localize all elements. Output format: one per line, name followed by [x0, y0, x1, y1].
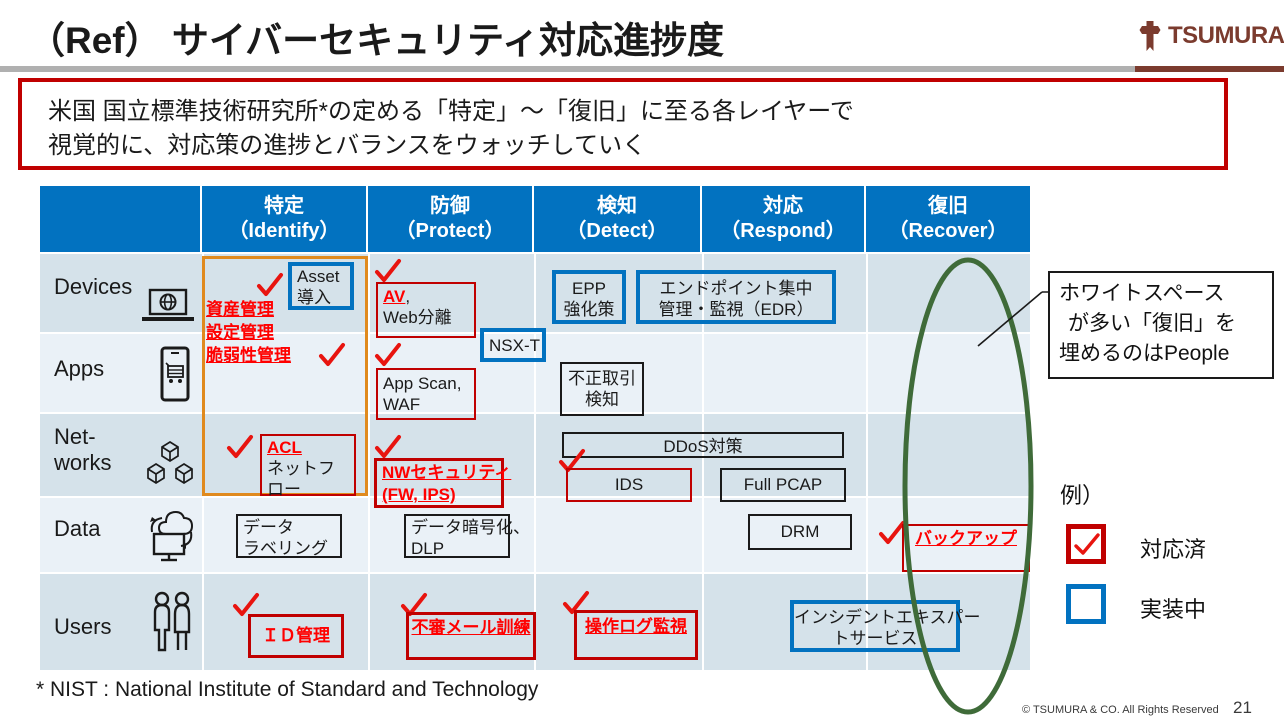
acl-netflow-box: ACL ネットフ ロー [260, 434, 356, 499]
table-header-identify: 特定 （Identify） [202, 186, 368, 252]
tsumura-logo: TSUMURA [1135, 18, 1284, 58]
callout-line-1: ホワイトスペース [1059, 282, 1225, 305]
asset-intro-box: Asset 導入 [288, 262, 354, 310]
id-management-box: ＩＤ管理 [248, 614, 344, 658]
lead-line-2: 視覚的に、対応策の進捗とバランスをウォッチしていく [48, 132, 647, 159]
fraud-detection-box: 不正取引 検知 [560, 362, 644, 416]
copyright-text: © TSUMURA & CO. All Rights Reserved [1022, 704, 1219, 716]
phishing-drill-box: 不審メール訓練 [406, 612, 536, 660]
ddos-box: DDoS対策 [562, 432, 844, 458]
table-header-blank [40, 186, 202, 252]
callout-line-3: 埋めるのはPeople [1059, 342, 1230, 365]
app-scan-waf-box: App Scan, WAF [376, 368, 476, 420]
legend-title: 例） [1060, 483, 1105, 508]
check-identify-networks [226, 434, 253, 460]
lead-line-1: 米国 国立標準技術研究所*の定める「特定」〜「復旧」に至る各レイヤーで [48, 98, 854, 125]
row-label-users: Users [54, 614, 112, 639]
table-header-respond: 対応 （Respond） [702, 186, 866, 252]
ids-box: IDS [566, 468, 692, 502]
drm-box: DRM [748, 514, 852, 550]
legend-done-swatch [1066, 524, 1106, 564]
check-protect-apps [374, 342, 401, 368]
people-icon [148, 590, 196, 654]
data-encryption-dlp-box: データ暗号化、 DLP [404, 514, 530, 558]
row-label-devices: Devices [54, 274, 133, 299]
mobile-app-icon [158, 346, 192, 402]
cloud-monitor-icon [144, 504, 200, 562]
row-label-apps: Apps [54, 356, 105, 381]
check-identify-devices [256, 272, 283, 298]
row-label-data: Data [54, 516, 101, 541]
legend-inprogress-label: 実装中 [1140, 597, 1207, 622]
check-protect-networks [374, 434, 401, 460]
page-title: （Ref） サイバーセキュリティ対応進捗度 [28, 20, 724, 61]
check-protect-devices [374, 258, 401, 284]
laptop-globe-icon [140, 288, 196, 326]
column-divider-3 [534, 254, 536, 670]
nsxt-box: NSX-T [480, 328, 546, 362]
nw-security-box: NWセキュリティ (FW, IPS) [374, 458, 511, 508]
legend-inprogress-swatch [1066, 584, 1106, 624]
table-header-recover: 復旧 （Recover） [866, 186, 1030, 252]
identify-red-terms: 資産管理 設定管理 脆弱性管理 [206, 300, 291, 365]
legend-done-label: 対応済 [1140, 537, 1207, 562]
table-header-detect: 検知 （Detect） [534, 186, 702, 252]
slide-root: （Ref） サイバーセキュリティ対応進捗度 TSUMURA 米国 国立標準技術研… [0, 0, 1284, 722]
logo-wordmark: TSUMURA [1168, 22, 1284, 49]
nist-footnote: * NIST : National Institute of Standard … [36, 678, 539, 701]
whitespace-callout-box: ホワイトスペース が多い「復旧」を 埋めるのはPeople [1048, 271, 1274, 379]
row-label-networks: Net- works [54, 424, 112, 475]
epp-box: EPP 強化策 [552, 270, 626, 324]
table-header-protect: 防御 （Protect） [368, 186, 534, 252]
header-divider-gray [0, 66, 1284, 72]
callout-line-2: が多い「復旧」を [1068, 312, 1236, 335]
check-identify-apps [318, 342, 345, 368]
operation-log-box: 操作ログ監視 [574, 610, 698, 660]
cross-logo-icon [1135, 21, 1165, 51]
edr-box: エンドポイント集中 管理・監視（EDR） [636, 270, 836, 324]
header-divider-brown [1135, 66, 1284, 72]
lead-message-box: 米国 国立標準技術研究所*の定める「特定」〜「復旧」に至る各レイヤーで 視覚的に… [18, 78, 1228, 170]
page-number: 21 [1233, 698, 1252, 717]
nist-matrix-table: 特定 （Identify） 防御 （Protect） 検知 （Detect） 対… [40, 186, 1030, 672]
column-divider-2 [368, 254, 370, 670]
av-web-isolation-box: AV, Web分離 [376, 282, 476, 338]
full-pcap-box: Full PCAP [720, 468, 846, 502]
data-labeling-box: データ ラベリング [236, 514, 342, 558]
network-cubes-icon [144, 440, 196, 486]
